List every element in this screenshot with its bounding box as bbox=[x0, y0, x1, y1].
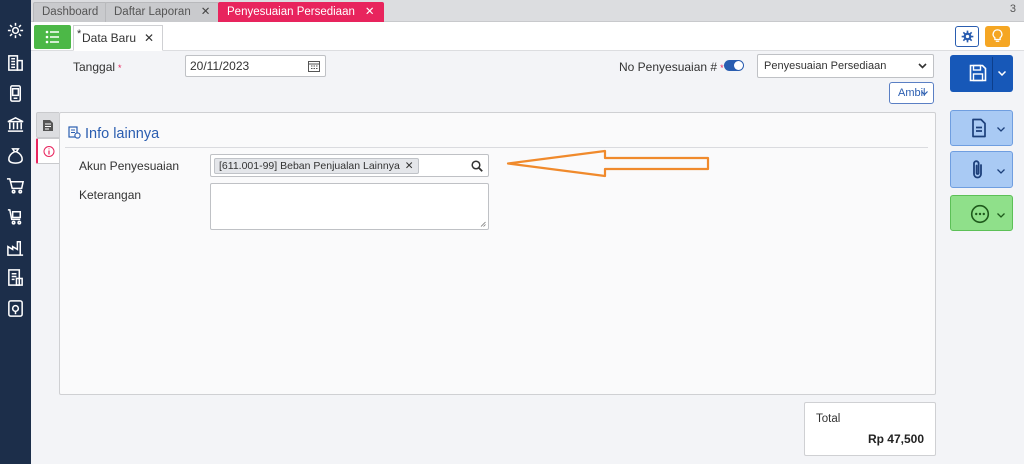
panel-divider bbox=[65, 147, 928, 148]
cart-icon[interactable] bbox=[6, 176, 25, 195]
total-label: Total bbox=[816, 413, 841, 425]
penyesuaian-type-select[interactable]: Penyesuaian Persediaan bbox=[757, 54, 934, 78]
document-toolbar: * Data Baru ✕ bbox=[31, 22, 1024, 51]
tanggal-input[interactable]: 20/11/2023 bbox=[185, 55, 326, 77]
bank-icon[interactable] bbox=[6, 115, 25, 134]
main-sidebar bbox=[0, 0, 31, 464]
save-split-divider bbox=[992, 57, 993, 90]
data-tab-label: Data Baru bbox=[82, 31, 137, 45]
close-icon[interactable]: ✕ bbox=[144, 31, 154, 45]
info-panel-icon bbox=[68, 126, 81, 139]
panel-title: Info lainnya bbox=[68, 126, 159, 142]
akun-chip-label: [611.001-99] Beban Penjualan Lainnya bbox=[219, 160, 400, 172]
tab-info-lainnya[interactable] bbox=[36, 138, 59, 164]
tips-button[interactable] bbox=[985, 26, 1010, 47]
info-lainnya-panel: Info lainnya Akun Penyesuaian [611.001-9… bbox=[59, 112, 936, 395]
chevron-down-icon bbox=[997, 213, 1005, 218]
gear-icon[interactable] bbox=[6, 21, 25, 40]
document-icon bbox=[972, 118, 986, 138]
chevron-down-icon bbox=[918, 63, 927, 69]
building-icon[interactable] bbox=[6, 53, 25, 72]
paperclip-icon bbox=[973, 160, 982, 179]
tab-label: Penyesuaian Persediaan bbox=[227, 6, 355, 18]
tanggal-value: 20/11/2023 bbox=[190, 59, 250, 73]
total-summary: Total Rp 47,500 bbox=[804, 402, 936, 456]
report-icon[interactable] bbox=[6, 268, 25, 287]
chevron-down-icon bbox=[997, 127, 1005, 132]
chevron-down-icon bbox=[997, 169, 1005, 174]
badge-icon[interactable] bbox=[6, 299, 25, 318]
akun-penyesuaian-input[interactable]: [611.001-99] Beban Penjualan Lainnya ✕ bbox=[210, 154, 489, 177]
akun-penyesuaian-label: Akun Penyesuaian bbox=[79, 159, 180, 173]
tab-detail[interactable] bbox=[36, 112, 59, 138]
keterangan-label: Keterangan bbox=[79, 188, 142, 202]
factory-icon[interactable] bbox=[6, 238, 25, 257]
tab-dashboard[interactable]: Dashboard bbox=[33, 2, 108, 22]
tab-data-baru[interactable]: * Data Baru ✕ bbox=[73, 25, 164, 51]
close-icon[interactable]: ✕ bbox=[365, 6, 375, 18]
chip-remove-icon[interactable]: ✕ bbox=[405, 160, 414, 172]
tab-label: Dashboard bbox=[42, 6, 99, 18]
tab-label: Daftar Laporan bbox=[114, 6, 191, 18]
device-icon[interactable] bbox=[6, 84, 25, 103]
document-icon bbox=[43, 120, 53, 131]
calendar-icon[interactable] bbox=[308, 60, 320, 72]
tab-penyesuaian-persediaan[interactable]: Penyesuaian Persediaan ✕ bbox=[218, 2, 384, 22]
menu-list-icon bbox=[45, 30, 59, 44]
save-button[interactable] bbox=[950, 55, 1013, 92]
save-icon bbox=[969, 64, 987, 82]
more-actions-button[interactable] bbox=[950, 195, 1013, 231]
ambil-button[interactable]: Ambil bbox=[889, 82, 934, 104]
keterangan-textarea[interactable] bbox=[210, 183, 489, 230]
annotation-arrow-icon bbox=[506, 149, 710, 178]
akun-chip: [611.001-99] Beban Penjualan Lainnya ✕ bbox=[214, 158, 419, 174]
tab-daftar-laporan[interactable]: Daftar Laporan ✕ bbox=[105, 2, 220, 22]
attachment-button[interactable] bbox=[950, 151, 1013, 188]
tab-count[interactable]: 3 bbox=[1010, 3, 1016, 15]
bulb-icon bbox=[992, 29, 1003, 42]
search-icon[interactable] bbox=[471, 160, 483, 172]
menu-list-button[interactable] bbox=[34, 25, 71, 49]
total-value: Rp 47,500 bbox=[867, 432, 924, 446]
tab-bar: Dashboard Daftar Laporan ✕ Penyesuaian Pe… bbox=[31, 0, 1024, 22]
document-menu-button[interactable] bbox=[950, 110, 1013, 146]
settings-button[interactable] bbox=[955, 26, 979, 47]
info-icon bbox=[43, 146, 55, 157]
cart-box-icon[interactable] bbox=[6, 207, 25, 226]
tanggal-label: Tanggal * bbox=[73, 60, 122, 74]
unsaved-marker: * bbox=[77, 28, 82, 40]
chevron-down-icon[interactable] bbox=[998, 71, 1006, 76]
resize-handle-icon[interactable] bbox=[480, 221, 486, 227]
money-bag-icon[interactable] bbox=[6, 146, 25, 165]
gear-icon bbox=[961, 30, 974, 43]
select-value: Penyesuaian Persediaan bbox=[764, 60, 887, 72]
chevron-down-icon bbox=[921, 91, 928, 96]
more-icon bbox=[970, 204, 990, 224]
no-penyesuaian-label: No Penyesuaian # * bbox=[619, 60, 724, 74]
close-icon[interactable]: ✕ bbox=[201, 6, 211, 18]
auto-number-toggle[interactable] bbox=[724, 60, 744, 71]
